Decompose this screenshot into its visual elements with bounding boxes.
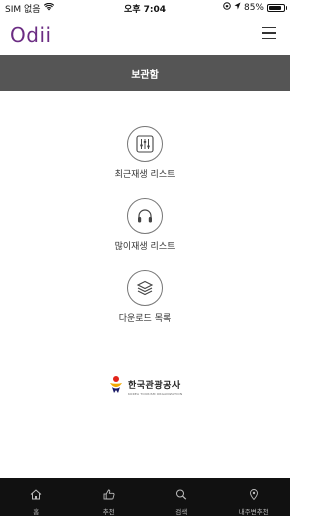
layers-icon xyxy=(127,270,163,306)
search-icon xyxy=(175,485,187,504)
most-played-list-item[interactable]: 많이재생 리스트 xyxy=(0,198,290,254)
most-played-list-label: 많이재생 리스트 xyxy=(114,242,176,252)
bottom-tab-bar: 홈 추천 검색 내주변추천 xyxy=(0,478,290,516)
kto-name: 한국관광공사 xyxy=(128,381,181,391)
kto-logo: 한국관광공사 KOREA TOURISM ORGANIZATION xyxy=(108,374,198,400)
kto-subtitle: KOREA TOURISM ORGANIZATION xyxy=(128,392,183,396)
battery-tip xyxy=(285,5,287,10)
battery-fill xyxy=(269,5,281,10)
page-title: 보관함 xyxy=(131,69,159,81)
tab-nearby-label: 내주변추천 xyxy=(238,508,269,516)
location-arrow-icon xyxy=(234,2,241,13)
hamburger-menu-icon[interactable] xyxy=(262,27,276,39)
battery-percent: 85% xyxy=(243,2,264,13)
tab-home[interactable]: 홈 xyxy=(0,478,73,516)
app-logo[interactable]: Odii xyxy=(10,23,52,47)
tab-recommend-label: 추천 xyxy=(102,508,115,516)
tab-nearby[interactable]: 내주변추천 xyxy=(218,478,291,516)
battery-icon xyxy=(267,3,287,12)
tab-home-label: 홈 xyxy=(33,508,40,516)
thumbs-up-icon xyxy=(103,485,115,504)
tab-recommend[interactable]: 추천 xyxy=(73,478,146,516)
equalizer-icon xyxy=(127,126,163,162)
kto-text: 한국관광공사 KOREA TOURISM ORGANIZATION xyxy=(128,378,182,396)
page-title-bar: 보관함 xyxy=(0,55,290,91)
download-list-item[interactable]: 다운로드 목록 xyxy=(0,270,290,326)
status-bar: SIM 없음 오후 7:04 85% xyxy=(0,0,290,15)
tab-search-label: 검색 xyxy=(175,508,188,516)
kto-emblem-icon xyxy=(108,375,124,399)
location-pin-icon xyxy=(248,485,260,504)
orientation-lock-icon xyxy=(223,2,231,13)
headphones-icon xyxy=(127,198,163,234)
home-icon xyxy=(30,485,42,504)
app-header: Odii xyxy=(0,15,290,55)
recent-playlist-item[interactable]: 최근재생 리스트 xyxy=(0,126,290,182)
download-list-label: 다운로드 목록 xyxy=(118,314,172,324)
status-right: 85% xyxy=(223,2,287,13)
recent-playlist-label: 최근재생 리스트 xyxy=(114,170,176,180)
tab-search[interactable]: 검색 xyxy=(145,478,218,516)
